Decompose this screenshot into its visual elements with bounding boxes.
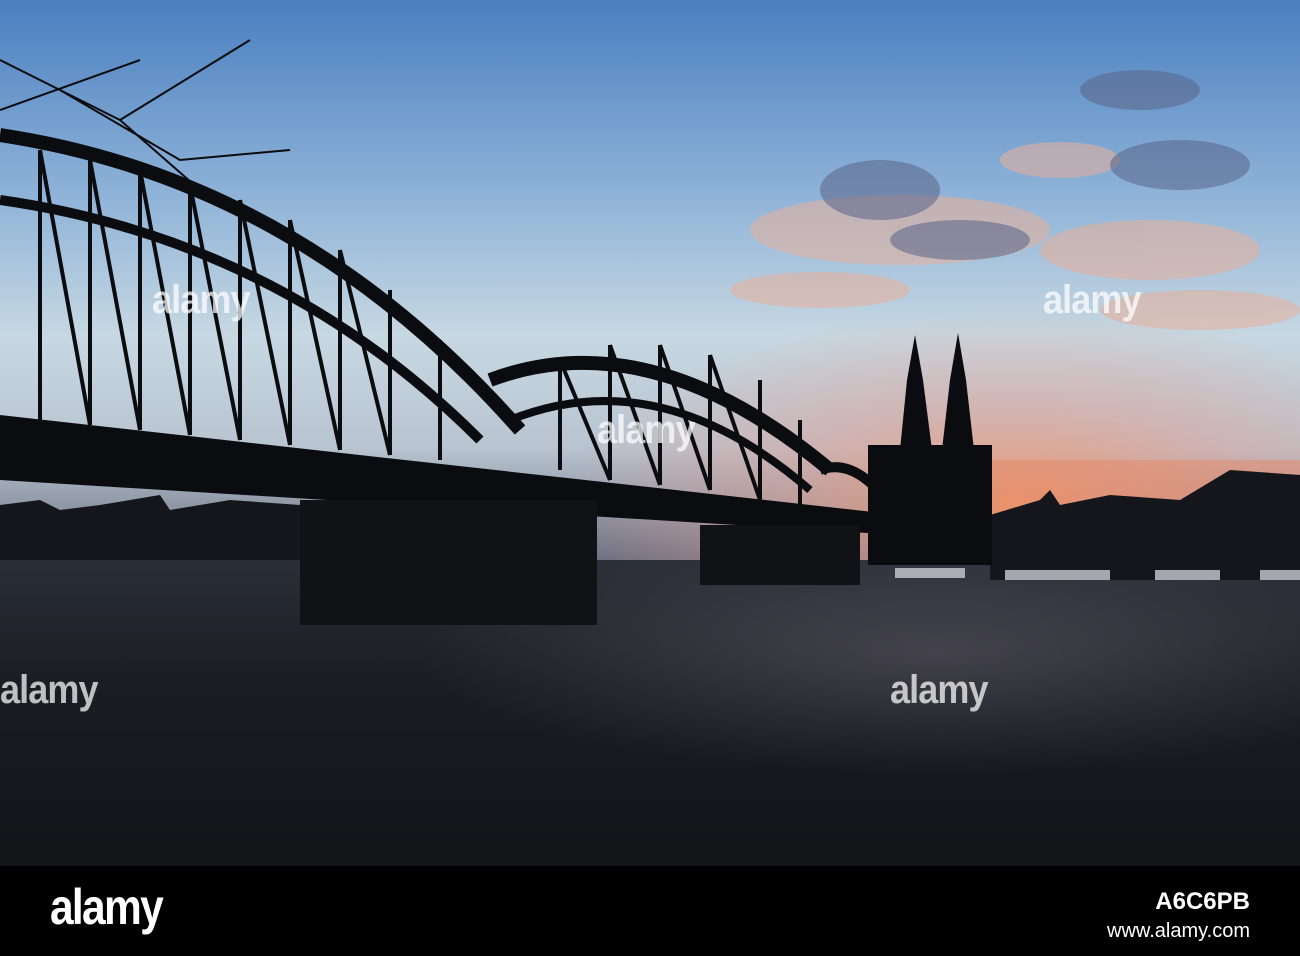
- site-url: www.alamy.com: [1107, 920, 1250, 942]
- watermark: alamy: [597, 408, 695, 452]
- stock-photo: alamy alamy alamy alamy alamy alamy A6C6…: [0, 0, 1300, 956]
- bridge-pier: [300, 500, 597, 625]
- bridge-pier: [700, 525, 860, 585]
- watermark: alamy: [0, 668, 98, 712]
- river-reflection: [0, 560, 1300, 866]
- watermark: alamy: [890, 668, 988, 712]
- footer-bar: [0, 866, 1300, 956]
- image-id: A6C6PB: [1155, 888, 1250, 915]
- watermark: alamy: [152, 278, 250, 322]
- alamy-logo: alamy: [50, 879, 164, 935]
- watermark: alamy: [1043, 278, 1141, 322]
